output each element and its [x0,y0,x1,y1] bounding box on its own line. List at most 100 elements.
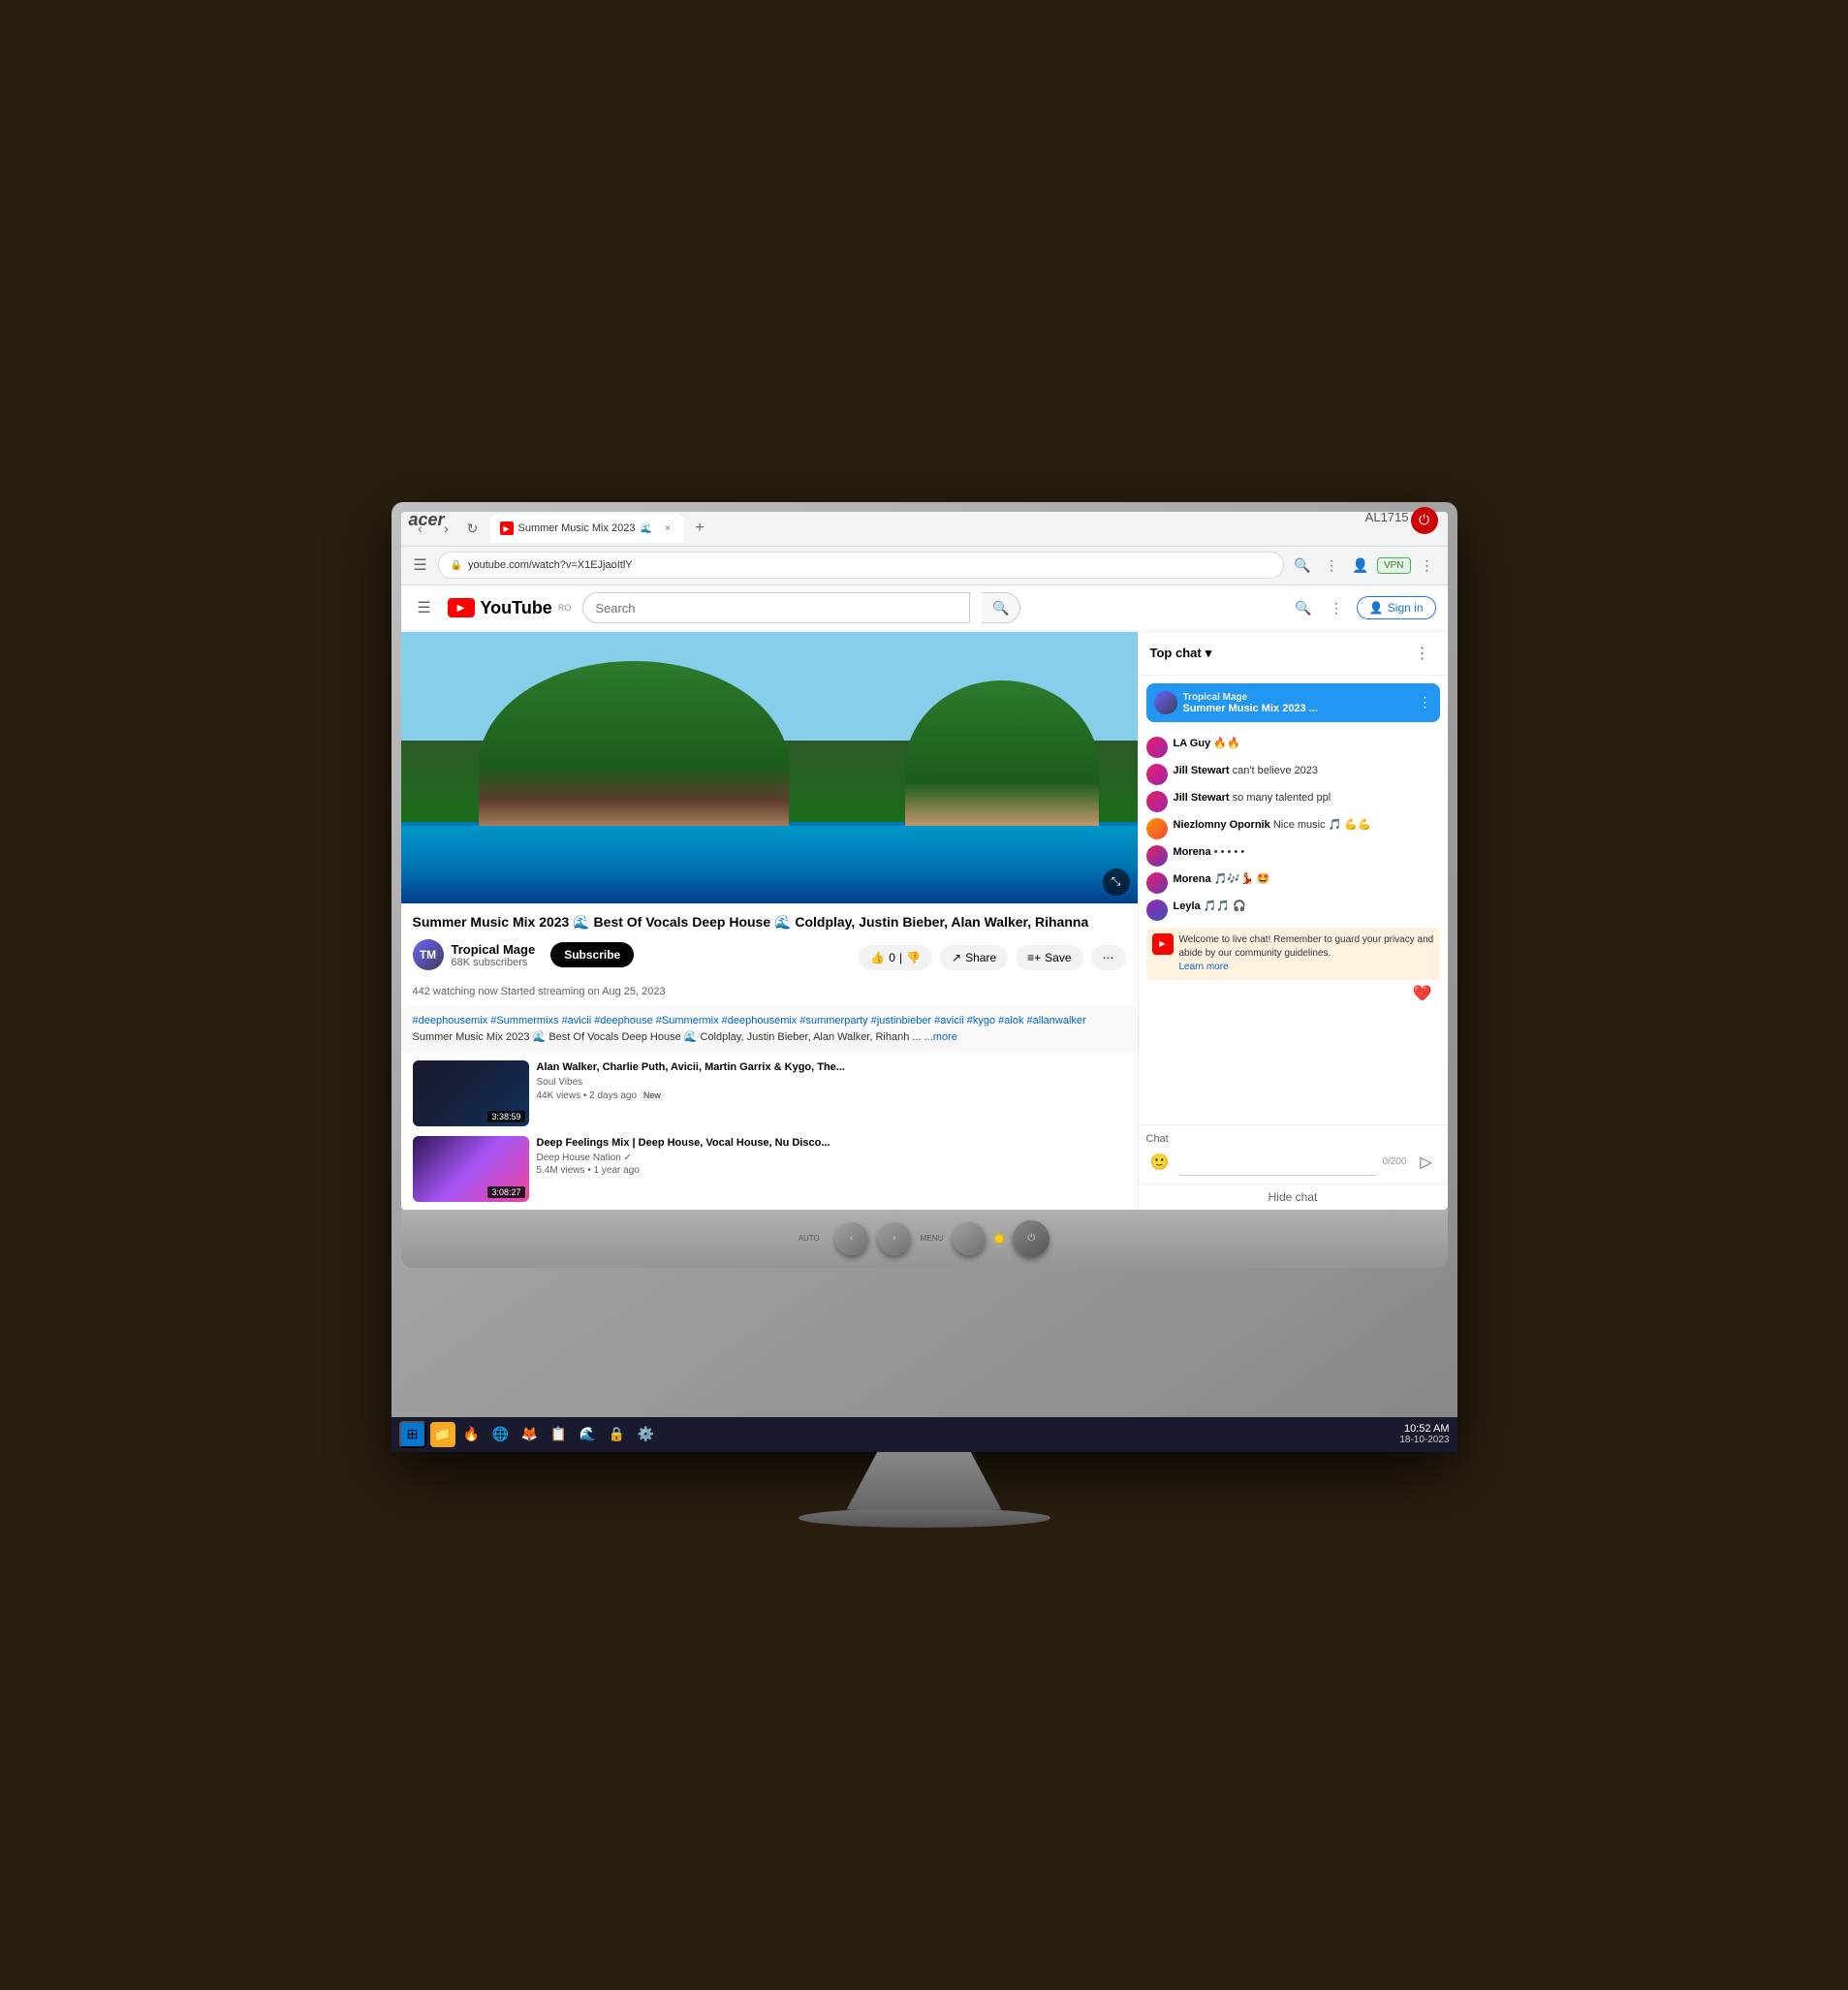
msg-avatar-4 [1146,818,1168,839]
divider: | [899,951,902,964]
rec-meta-1: 44K views • 2 days ago New [537,1090,1126,1101]
chat-input-row: 🙂 0/200 ▷ [1146,1149,1440,1176]
msg-avatar-6 [1146,872,1168,894]
top-chat-label: Top chat [1150,646,1202,660]
rec-meta-2: 5.4M views • 1 year ago [537,1165,1126,1176]
monitor-btn-2[interactable]: › [878,1222,911,1255]
fullscreen-icon[interactable]: ⤡ [1103,869,1130,896]
browser-window: ‹ › ↻ ▶ Summer Music Mix 2023 🌊 × + [401,512,1448,1210]
video-section: ⤡ Summer Music Mix 2023 🌊 Best Of Vocals… [401,632,1138,1210]
sign-in-icon: 👤 [1369,601,1384,615]
msg-author-2: Jill Stewart [1174,765,1230,776]
refresh-button[interactable]: ↻ [461,517,485,540]
msg-content-6: Morena 🎵🎶💃 🤩 [1174,872,1270,887]
top-chat-button[interactable]: Top chat ▾ [1150,646,1212,661]
tab-title: Summer Music Mix 2023 [518,522,636,534]
channel-name[interactable]: Tropical Mage [452,942,536,957]
msg-avatar-2 [1146,764,1168,785]
video-water [401,826,1138,903]
hide-chat-button[interactable]: Hide chat [1139,1184,1448,1210]
tab-close-button[interactable]: × [661,521,674,535]
msg-content-1: LA Guy 🔥🔥 [1174,737,1240,751]
channel-details: Tropical Mage 68K subscribers [452,942,536,968]
menu-button[interactable]: ☰ [409,553,432,577]
youtube-search-input[interactable] [582,592,970,623]
screen: ‹ › ↻ ▶ Summer Music Mix 2023 🌊 × + [401,512,1448,1210]
chat-msg-6: Morena 🎵🎶💃 🤩 [1146,869,1440,897]
new-tab-button[interactable]: + [688,517,711,540]
recommendations: 3:38:59 Alan Walker, Charlie Puth, Avici… [401,1053,1138,1209]
learn-more-link[interactable]: Learn more [1179,961,1434,974]
rec-duration-1: 3:38:59 [487,1111,524,1122]
island-right [905,680,1099,826]
youtube-header: ☰ YouTube RO 🔍 🔍 ⋮ [401,585,1448,632]
save-button[interactable]: ≡+ Save [1016,945,1082,970]
yt-search-icon[interactable]: 🔍 [1291,595,1316,620]
youtube-header-right: 🔍 ⋮ 👤 Sign in [1291,595,1436,620]
chat-text-input[interactable] [1179,1149,1377,1176]
tab-bar: ▶ Summer Music Mix 2023 🌊 × + [490,514,1440,543]
url-bar[interactable]: 🔒 youtube.com/watch?v=X1EJjaoItlY [438,552,1284,579]
monitor-stand [847,1452,1002,1510]
youtube-search-button[interactable]: 🔍 [982,592,1020,623]
rec-title-2: Deep Feelings Mix | Deep House, Vocal Ho… [537,1136,1126,1150]
share-button[interactable]: ↗ Share [940,945,1008,970]
thumbs-up-icon: 👍 [870,951,885,964]
monitor-btn-menu[interactable] [953,1222,986,1255]
extensions-btn[interactable]: ⋮ [1319,553,1344,578]
monitor-power-btn[interactable]: ⏻ [1013,1220,1049,1257]
channel-info: TM Tropical Mage 68K subscribers Subscri… [413,939,635,970]
browser-toolbar: ☰ 🔒 youtube.com/watch?v=X1EJjaoItlY 🔍 ⋮ … [401,547,1448,585]
msg-author-4: Niezlomny Opornik [1174,819,1270,831]
msg-author-3: Jill Stewart [1174,792,1230,804]
sign-in-button[interactable]: 👤 Sign in [1357,596,1436,619]
pinned-channel: Tropical Mage [1183,692,1248,703]
pinned-message[interactable]: Tropical Mage Summer Music Mix 2023 ... … [1146,683,1440,722]
rec-duration-2: 3:08:27 [487,1186,524,1198]
msg-content-7: Leyla 🎵🎵 🎧 [1174,900,1246,914]
youtube-content: ☰ YouTube RO 🔍 🔍 ⋮ [401,585,1448,1210]
save-label: Save [1045,951,1071,964]
more-link[interactable]: ...more [924,1031,957,1043]
msg-content-5: Morena • • • • • [1174,845,1245,860]
chat-more-button[interactable]: ⋮ [1409,640,1436,667]
youtube-logo[interactable]: YouTube RO [448,598,572,618]
heart-reaction[interactable]: ❤️ [1146,980,1440,1007]
yt-menu-button[interactable]: ☰ [413,596,436,619]
rec-info-1: Alan Walker, Charlie Puth, Avicii, Marti… [537,1060,1126,1126]
profile-btn[interactable]: 👤 [1348,553,1373,578]
more-btn[interactable]: ⋮ [1415,553,1440,578]
rec-item-2: 3:08:27 Deep Feelings Mix | Deep House, … [413,1136,1126,1202]
like-button[interactable]: 👍 0 | 👎 [859,945,932,970]
chat-msg-7: Leyla 🎵🎵 🎧 [1146,897,1440,924]
subscribe-button[interactable]: Subscribe [550,942,634,967]
rec-thumb-2[interactable]: 3:08:27 [413,1136,529,1202]
emoji-button[interactable]: 🙂 [1146,1149,1174,1176]
msg-text-6: 🎵🎶💃 🤩 [1214,873,1270,885]
send-button[interactable]: ▷ [1413,1149,1440,1176]
video-player[interactable]: ⤡ [401,632,1138,903]
share-label: Share [965,951,996,964]
youtube-logo-text: YouTube [481,598,552,618]
like-count: 0 [889,951,895,964]
chevron-down-icon: ▾ [1206,646,1212,661]
chat-messages: LA Guy 🔥🔥 Jill Stewart can't [1139,730,1448,1124]
monitor-power-button[interactable]: ⏻ [1411,507,1438,534]
search-icon-btn[interactable]: 🔍 [1290,553,1315,578]
chat-notice-text: Welcome to live chat! Remember to guard … [1179,933,1434,961]
auto-btn-group: AUTO [799,1234,820,1243]
msg-text-7: 🎵🎵 🎧 [1204,900,1246,912]
more-actions-button[interactable]: ⋯ [1091,945,1126,970]
yt-more-icon[interactable]: ⋮ [1324,595,1349,620]
control-buttons: ‹ › MENU ⏻ [835,1220,1050,1257]
chat-char-count: 0/200 [1382,1156,1406,1167]
hashtag-text: #deephousemix #Summermixs #avicii #deeph… [413,1015,1086,1027]
msg-content-3: Jill Stewart so many talented ppl [1174,791,1331,805]
active-tab[interactable]: ▶ Summer Music Mix 2023 🌊 × [490,514,685,543]
rec-title-1: Alan Walker, Charlie Puth, Avicii, Marti… [537,1060,1126,1074]
vpn-badge: VPN [1377,557,1411,574]
auto-label: AUTO [799,1234,820,1243]
monitor-btn-1[interactable]: ‹ [835,1222,868,1255]
tab-favicon-right: 🌊 [641,523,652,534]
rec-thumb-1[interactable]: 3:38:59 [413,1060,529,1126]
